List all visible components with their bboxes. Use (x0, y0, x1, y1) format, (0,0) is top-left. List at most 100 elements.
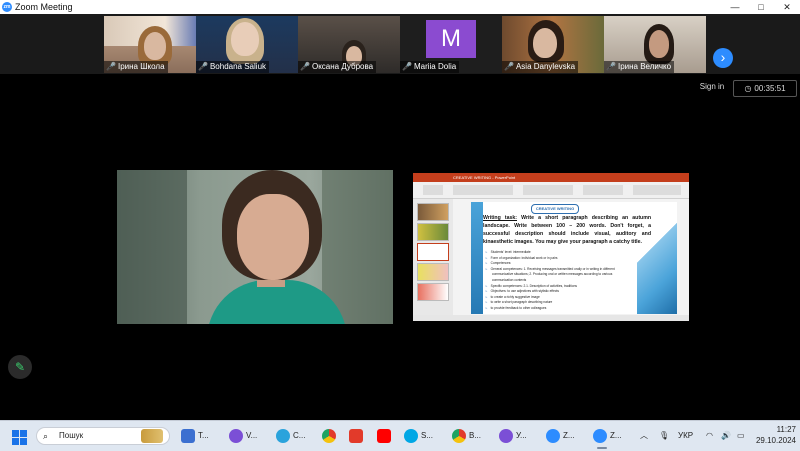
slide-thumbnail[interactable] (417, 223, 449, 241)
microphone-icon: 🎙 (659, 431, 670, 440)
taskbar-app-label: C... (293, 431, 306, 440)
participant-face (649, 30, 669, 58)
participant-tile[interactable]: 🎤 Ірина Школа (104, 16, 206, 73)
taskbar-search[interactable]: ⌕ Пошук (36, 427, 170, 445)
mic-muted-icon: 🎤 (300, 62, 310, 71)
chrome-icon (322, 429, 336, 443)
slide-canvas: CREATIVE WRITING Writing task: Write a s… (471, 202, 677, 314)
language-indicator[interactable]: УКР (678, 421, 693, 451)
taskbar-app-label: T... (198, 431, 209, 440)
shared-screen[interactable]: CREATIVE WRITING - PowerPoint CREATIVE W… (413, 173, 689, 321)
floppy-icon (181, 429, 195, 443)
windows-taskbar: ⌕ Пошук T... V... C... S... B... У... Z.… (0, 420, 800, 451)
participant-face (231, 22, 259, 56)
slide-thumbnail[interactable] (417, 203, 449, 221)
skype-icon (404, 429, 418, 443)
participant-tile[interactable]: 🎤 Bohdana Saliuk (196, 16, 298, 73)
gallery-next-button[interactable]: › (713, 48, 733, 68)
zoom-icon (593, 429, 607, 443)
participant-nameplate: 🎤 Bohdana Saliuk (196, 61, 270, 73)
meeting-timer[interactable]: ◷ 00:35:51 (733, 80, 797, 97)
viber-icon (499, 429, 513, 443)
taskbar-app-label: S... (421, 431, 434, 440)
taskbar-app-label: Z... (610, 431, 622, 440)
participant-tile[interactable]: M 🎤 Mariia Dolia (400, 16, 502, 73)
taskbar-app-label: B... (469, 431, 482, 440)
search-icon: ⌕ (43, 431, 49, 441)
clock-time: 11:27 (776, 425, 796, 434)
viber-icon (229, 429, 243, 443)
slide-thumbnail[interactable] (417, 263, 449, 281)
speaker-face (237, 194, 309, 280)
window-title: Zoom Meeting (15, 2, 73, 12)
chevron-up-icon: ︿ (640, 431, 648, 440)
participant-nameplate: 🎤 Mariia Dolia (400, 61, 460, 73)
participant-name: Bohdana Saliuk (209, 62, 267, 71)
tray-microphone[interactable]: 🎙 (659, 421, 669, 451)
clock-icon: ◷ (744, 84, 752, 93)
tray-overflow-button[interactable]: ︿ (640, 421, 648, 451)
mic-muted-icon: 🎤 (402, 62, 412, 71)
slide-badge: CREATIVE WRITING (531, 204, 579, 214)
battery-icon[interactable]: ▭ (737, 421, 745, 451)
chevron-right-icon: › (720, 49, 726, 65)
zoom-icon (546, 429, 560, 443)
telegram-icon (276, 429, 290, 443)
participant-nameplate: 🎤 Оксана Дуброва (298, 61, 377, 73)
participant-name: Ірина Величко (617, 62, 672, 71)
task-lead: Writing task: (483, 215, 518, 221)
bullet-item: ➢ to provide feedback to other colleagues (485, 305, 547, 310)
elapsed-time: 00:35:51 (754, 84, 786, 93)
search-placeholder: Пошук (59, 431, 84, 440)
wifi-icon[interactable]: ◠ (706, 421, 713, 451)
close-button[interactable]: ✕ (774, 0, 800, 14)
annotate-button[interactable]: ✎ (8, 355, 32, 379)
participant-nameplate: 🎤 Ірина Величко (604, 61, 675, 73)
background-blur (117, 170, 187, 324)
participant-tile[interactable]: 🎤 Оксана Дуброва (298, 16, 400, 73)
sign-in-button[interactable]: Sign in (697, 80, 727, 94)
participant-name: Ірина Школа (117, 62, 165, 71)
powerpoint-title-bar: CREATIVE WRITING - PowerPoint (413, 173, 689, 182)
youtube-icon (377, 429, 391, 443)
slide-thumbnail[interactable] (417, 283, 449, 301)
participant-gallery: 🎤 Ірина Школа 🎤 Bohdana Saliuk 🎤 Оксана Дуб… (0, 14, 800, 74)
taskbar-clock[interactable]: 11:27 29.10.2024 (752, 424, 796, 446)
clock-date: 29.10.2024 (755, 436, 796, 445)
powerpoint-ribbon (413, 182, 689, 199)
mic-muted-icon: 🎤 (606, 62, 616, 71)
windows-logo-icon (12, 430, 19, 437)
slide-accent (471, 202, 483, 314)
pdf-icon (349, 429, 363, 443)
maximize-button[interactable]: □ (748, 0, 774, 14)
slide-task-text: Writing task: Write a short paragraph de… (483, 214, 651, 246)
participant-tile[interactable]: 🎤 Ірина Величко (604, 16, 706, 73)
mic-muted-icon: 🎤 (198, 62, 208, 71)
participant-nameplate: 🎤 Asia Danylevska (502, 61, 579, 73)
participant-face (533, 28, 557, 58)
start-button[interactable] (10, 427, 28, 445)
pencil-icon: ✎ (14, 360, 26, 374)
minimize-button[interactable]: — (722, 0, 748, 14)
active-speaker-video[interactable] (117, 170, 393, 324)
participant-nameplate: 🎤 Ірина Школа (104, 61, 168, 73)
participant-name: Mariia Dolia (413, 62, 457, 71)
participant-name: Оксана Дуброва (311, 62, 374, 71)
participant-name: Asia Danylevska (515, 62, 576, 71)
slide-thumbnail[interactable] (417, 243, 449, 261)
title-bar: zm Zoom Meeting — □ ✕ (0, 0, 800, 14)
taskbar-app-label: V... (246, 431, 258, 440)
taskbar-app-label: Z... (563, 431, 575, 440)
zoom-app-icon: zm (2, 2, 12, 12)
slide-bullets: ➢ Students' level: intermediate ➢ Form of … (485, 250, 655, 312)
search-highlight-image (141, 429, 163, 443)
mic-muted-icon: 🎤 (504, 62, 514, 71)
volume-icon[interactable]: 🔊 (721, 421, 731, 451)
avatar: M (426, 20, 476, 58)
participant-face (144, 32, 166, 60)
participant-tile[interactable]: 🎤 Asia Danylevska (502, 16, 604, 73)
active-indicator (597, 447, 607, 449)
taskbar-app-label: У... (516, 431, 527, 440)
mic-muted-icon: 🎤 (106, 62, 116, 71)
powerpoint-status-bar (413, 315, 689, 321)
